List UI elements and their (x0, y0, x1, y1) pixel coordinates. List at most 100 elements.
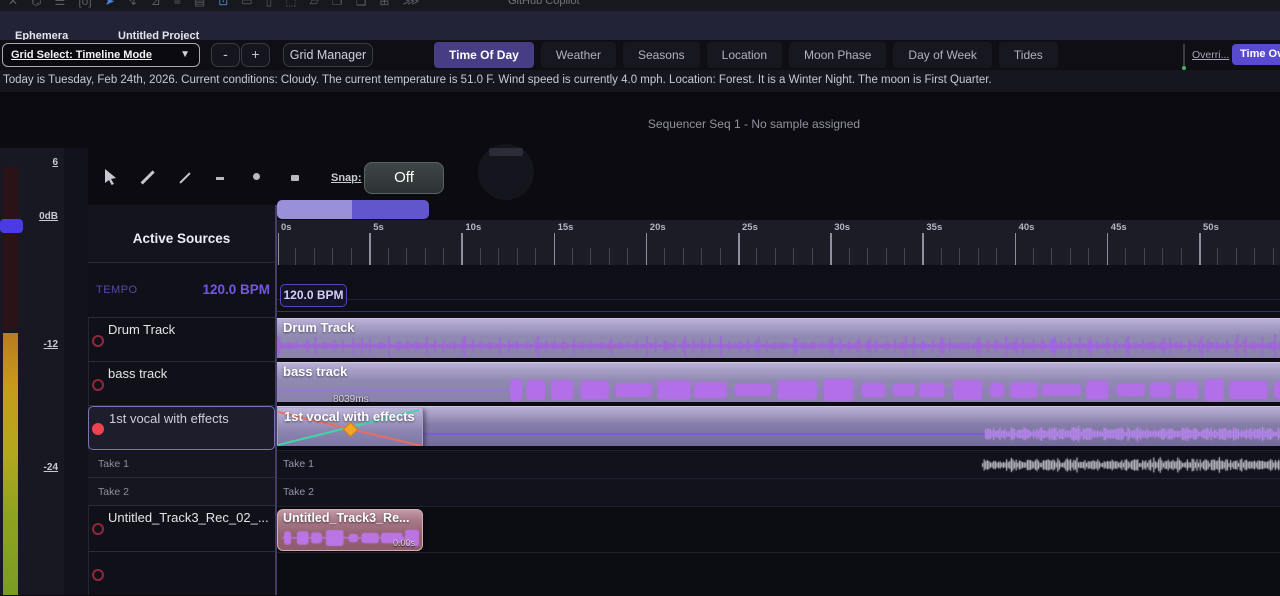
bass-clip-label: bass track (283, 364, 347, 379)
ruler-minor-tick (535, 248, 536, 265)
pointer-tool-icon[interactable] (103, 168, 119, 186)
loop-selection-segment-b[interactable] (352, 200, 429, 219)
knob-indicator (489, 148, 523, 156)
active-sources-header: Active Sources (88, 205, 275, 263)
toolbar-icon: ⋙ (402, 0, 419, 8)
track-row-empty[interactable] (88, 552, 275, 595)
ruler-minor-tick (793, 248, 794, 265)
dash-tool-icon[interactable] (216, 177, 224, 180)
ruler-minor-tick (1236, 248, 1237, 265)
time-override-button[interactable]: Time Overr (1232, 44, 1280, 65)
grid-select-label: Grid Select: Timeline Mode (11, 49, 152, 61)
untitled-recording-clip[interactable]: Untitled_Track3_Re... 0.00s (277, 509, 423, 551)
zoom-in-button[interactable]: + (241, 43, 270, 67)
take1-waveform (277, 451, 1280, 478)
loop-selection-segment-a[interactable] (277, 200, 352, 219)
volume-fader-track[interactable] (3, 167, 18, 330)
ruler-minor-tick (959, 248, 960, 265)
grid-manager-button[interactable]: Grid Manager (283, 43, 373, 67)
ruler-tick-label: 50s (1203, 222, 1219, 233)
record-arm-button[interactable] (92, 523, 104, 535)
ruler-minor-tick (1181, 248, 1182, 265)
ruler-major-tick (1107, 233, 1109, 265)
timeline-ruler[interactable]: 0s5s10s15s20s25s30s35s40s45s50s (277, 220, 1280, 266)
ruler-tick-label: 25s (742, 222, 758, 233)
condition-tab-bar: Time Of Day Weather Seasons Location Moo… (434, 42, 1058, 68)
track-name-drum: Drum Track (108, 322, 175, 337)
ruler-minor-tick (1162, 248, 1163, 265)
ruler-minor-tick (1273, 248, 1274, 265)
tab-tides[interactable]: Tides (999, 42, 1058, 68)
toolbar-icon: ⊡ (218, 0, 228, 8)
ruler-minor-tick (1217, 248, 1218, 265)
snap-label: Snap: (331, 172, 362, 184)
ruler-tick-label: 15s (558, 222, 574, 233)
toolbar-icon: ▤ (194, 0, 205, 8)
square-tool-icon[interactable] (291, 175, 299, 181)
track-row-drum[interactable]: Drum Track (88, 318, 275, 362)
ruler-minor-tick (517, 248, 518, 265)
ruler-minor-tick (775, 248, 776, 265)
meter-scale-6: 6 (4, 157, 58, 168)
toolbar-divider (1183, 44, 1185, 68)
vocal-fade-subclip[interactable]: 1st vocal with effects (277, 407, 423, 446)
tempo-badge[interactable]: 120.0 BPM (280, 284, 347, 307)
snap-toggle-button[interactable]: Off (364, 162, 444, 194)
dot-tool-icon[interactable] (253, 173, 260, 180)
tempo-row[interactable]: TEMPO 120.0 BPM (88, 263, 275, 318)
take1-lane[interactable]: Take 1 (277, 450, 1280, 478)
tempo-lane[interactable]: 120.0 BPM (277, 265, 1280, 318)
tab-weather[interactable]: Weather (541, 42, 616, 68)
bass-track-clip[interactable]: bass track (277, 362, 1280, 402)
ruler-minor-tick (1033, 248, 1034, 265)
toolbar-icon: ▱ (310, 0, 319, 8)
tempo-value[interactable]: 120.0 BPM (202, 282, 270, 297)
tab-time-of-day[interactable]: Time Of Day (434, 42, 534, 68)
tab-seasons[interactable]: Seasons (623, 42, 700, 68)
drum-clip-label: Drum Track (283, 320, 355, 335)
line-tool-icon[interactable] (179, 172, 190, 183)
take1-name: Take 1 (98, 458, 129, 470)
take2-lane-label: Take 2 (283, 486, 314, 498)
toolbar-icon: ⬚ (285, 0, 296, 8)
drum-track-clip[interactable]: Drum Track (277, 318, 1280, 358)
grid-select-dropdown[interactable]: Grid Select: Timeline Mode ▼ (2, 43, 200, 67)
menu-bar: Ephemera Untitled Project (0, 11, 1280, 41)
ruler-minor-tick (812, 248, 813, 265)
record-arm-button[interactable] (92, 335, 104, 347)
track-row-untitled[interactable]: Untitled_Track3_Rec_02_... (88, 506, 275, 552)
vocal-track-clip[interactable]: 1st vocal with effects (277, 406, 1280, 446)
track-row-bass[interactable]: bass track (88, 362, 275, 406)
ruler-minor-tick (1125, 248, 1126, 265)
ruler-tick-label: 0s (281, 222, 292, 233)
empty-lane[interactable] (277, 552, 1280, 596)
take2-lane[interactable]: Take 2 (277, 478, 1280, 506)
tab-moon-phase[interactable]: Moon Phase (789, 42, 886, 68)
tab-day-of-week[interactable]: Day of Week (893, 42, 991, 68)
record-arm-button[interactable] (92, 379, 104, 391)
track-row-vocal-selected[interactable]: 1st vocal with effects (88, 406, 275, 450)
toolbar-icon: [o] (78, 0, 91, 8)
zoom-out-button[interactable]: - (211, 43, 240, 67)
ruler-major-tick (1199, 233, 1201, 265)
take1-lane-label: Take 1 (283, 458, 314, 470)
ruler-major-tick (369, 233, 371, 265)
toolbar-icon: ❐ (332, 0, 343, 8)
ruler-minor-tick (683, 248, 684, 265)
ruler-minor-tick (609, 248, 610, 265)
toolbar-icon: ✕ (8, 0, 18, 8)
track-row-take2[interactable]: Take 2 (88, 478, 275, 506)
ruler-minor-tick (1254, 248, 1255, 265)
record-arm-button-armed[interactable] (92, 423, 104, 435)
tab-location[interactable]: Location (707, 42, 782, 68)
override-link[interactable]: Overri... (1192, 49, 1229, 61)
ruler-tick-label: 10s (465, 222, 481, 233)
ruler-minor-tick (720, 248, 721, 265)
untitled-clip-label: Untitled_Track3_Re... (283, 511, 409, 525)
track-name-untitled: Untitled_Track3_Rec_02_... (108, 510, 269, 525)
record-arm-button[interactable] (92, 569, 104, 581)
untitled-track-lane[interactable]: Untitled_Track3_Re... 0.00s (277, 506, 1280, 553)
bass-waveform (277, 378, 1280, 402)
pencil-tool-icon[interactable] (141, 170, 155, 184)
track-row-take1[interactable]: Take 1 (88, 450, 275, 478)
